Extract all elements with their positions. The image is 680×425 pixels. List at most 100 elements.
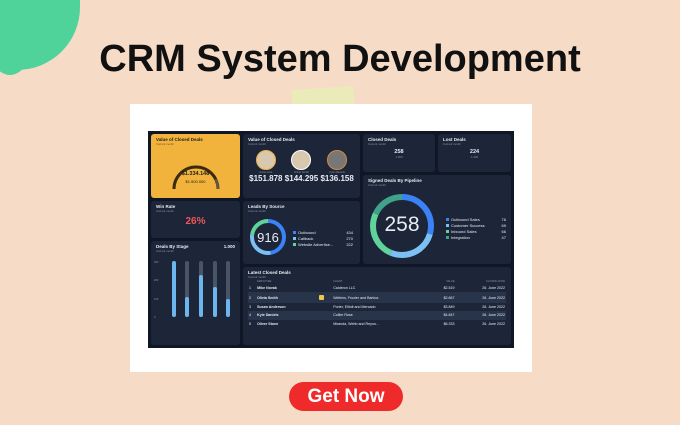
- deals-table: EMPLOYEE CLIENT VALUE CLOSING DATE 1 Mike Nov…: [248, 279, 506, 328]
- legend-value: 66: [501, 229, 506, 234]
- get-now-button[interactable]: Get Now: [289, 382, 403, 411]
- table-cell: Wellens, Frozier and Barboz: [332, 292, 430, 303]
- card-sub: Current month: [156, 249, 174, 253]
- legend-value: 76: [501, 217, 506, 222]
- table-row[interactable]: 4 Kyle Daniels Collier Rose $4.847 26. June …: [248, 311, 506, 320]
- legend-label: Callback: [298, 236, 314, 241]
- y-tick: 0: [154, 315, 156, 319]
- leads-card: Leads By Source Current month 916 Outboun…: [243, 201, 360, 264]
- win-rate-card: Win Rate Current month 26%: [151, 201, 240, 238]
- table-row[interactable]: 2 Olivia Smith Wellens, Frozier and Barboz…: [248, 292, 506, 303]
- trophy-icon: [318, 294, 324, 300]
- leads-total: 916: [257, 230, 279, 245]
- y-tick: 300: [154, 261, 159, 264]
- legend-value: 270: [346, 236, 353, 241]
- table-cell: [317, 311, 333, 320]
- table-cell: 5: [249, 321, 251, 326]
- legend-item: Inbound Sales 66: [446, 229, 506, 234]
- legend-item: Outbound 434: [293, 230, 353, 235]
- legend-value: 47: [501, 235, 506, 240]
- pipeline-card: Signed Deals By Pipeline Current month 25…: [363, 175, 511, 264]
- table-cell: $3.849: [443, 304, 455, 309]
- card-sub: Current month: [368, 142, 386, 146]
- reps-card: Value of Closed Deals Current month Anna…: [243, 134, 360, 198]
- table-cell: 3: [249, 304, 251, 309]
- lost-deals-card: Lost Deals Current month 224 1.000: [438, 134, 511, 172]
- card-sub: Current month: [248, 209, 266, 213]
- y-tick: 200: [154, 279, 159, 283]
- table-cell: Mike Novak: [257, 286, 277, 291]
- table-cell: 1: [249, 286, 251, 291]
- table-cell: 4: [248, 311, 257, 320]
- table-cell: $6.333: [443, 321, 455, 326]
- table-cell: 2: [248, 292, 257, 303]
- legend-value: 222: [346, 242, 353, 247]
- target: 1.000: [395, 155, 403, 159]
- legend-item: Website Advertise... 222: [293, 242, 353, 247]
- table-cell: 26. June 2022: [482, 286, 505, 291]
- closed-deals-card: Closed Deals Current month 258 1.000: [363, 134, 435, 172]
- legend-label: Outbound Sales: [451, 217, 480, 222]
- stage-bar-fill: [185, 297, 190, 317]
- card-sub: Current month: [156, 142, 174, 146]
- stage-bar-fill: [226, 299, 231, 317]
- table-cell: Kyle Daniels: [256, 311, 318, 320]
- table-cell: [318, 284, 332, 292]
- crm-dashboard: Value of Closed Deals Current month $1.3…: [148, 131, 514, 348]
- value: 26%: [185, 216, 206, 227]
- stage-total: 1.000: [223, 244, 235, 249]
- table-cell: $2.519: [443, 286, 455, 291]
- value-closed-card: Value of Closed Deals Current month $1.3…: [151, 134, 240, 198]
- avatar: [291, 150, 312, 170]
- rep-value: $144.295: [284, 174, 319, 183]
- stage-bar-fill: [198, 275, 203, 317]
- stage-bar: [171, 261, 176, 317]
- table-row[interactable]: 1 Mike Novak Calderon LLC $2.519 26. June 20…: [248, 284, 506, 292]
- legend-label: Outbound: [298, 230, 316, 235]
- legend-value: 434: [346, 230, 353, 235]
- table-cell: 26. June 2022: [455, 311, 506, 320]
- table-cell: Collier Rose: [332, 311, 430, 320]
- table-cell: [318, 320, 332, 328]
- legend-label: Customer Success: [451, 223, 485, 228]
- table-cell: Porter, Elliott and Mercado: [333, 304, 376, 309]
- target: 1.000: [471, 155, 478, 159]
- page-title: CRM System Development: [99, 38, 581, 80]
- latest-deals-card: Latest Closed Deals Current month EMPLOYE…: [243, 267, 511, 345]
- rep: Kyle Daniels $136.158: [320, 150, 354, 183]
- card-sub: Current month: [368, 183, 386, 187]
- table-cell: Miranda, Webb and Reyno...: [333, 321, 379, 326]
- stage-bar: [212, 261, 217, 317]
- y-tick: 100: [154, 297, 159, 301]
- table-cell: 26. June 2022: [482, 304, 505, 309]
- legend-label: Website Advertise...: [298, 242, 334, 247]
- table-cell: 26. June 2022: [455, 292, 506, 303]
- avatar: [327, 150, 348, 170]
- legend-item: Integration 47: [446, 235, 506, 240]
- card-sub: Current month: [156, 209, 174, 213]
- rep: Olivia Smith $144.295: [285, 150, 318, 183]
- table-cell: Susan Anderson: [257, 304, 286, 309]
- avatar: [255, 150, 276, 170]
- legend-label: Inbound Sales: [451, 229, 477, 234]
- stage-bar: [185, 261, 190, 317]
- card-sub: Current month: [248, 142, 266, 146]
- stage-card: Deals By Stage 1.000 Current month 0 100 2…: [151, 241, 240, 345]
- table-cell: Calderon LLC: [333, 286, 356, 291]
- stage-bar-fill: [212, 287, 217, 317]
- table-cell: [317, 292, 333, 303]
- table-cell: $4.847: [429, 311, 456, 320]
- legend-label: Integration: [451, 235, 470, 240]
- legend-item: Callback 270: [293, 236, 353, 241]
- pipeline-total: 258: [384, 213, 420, 236]
- table-row[interactable]: 5 Oliver Stone Miranda, Webb and Reyno... $…: [248, 320, 506, 328]
- table-cell: $2.667: [429, 292, 456, 303]
- legend-item: Outbound Sales 76: [446, 217, 506, 222]
- stage-bar: [226, 261, 231, 317]
- table-row[interactable]: 3 Susan Anderson Porter, Elliott and Merca…: [248, 303, 506, 311]
- target: $1.500.000: [185, 179, 206, 184]
- table-cell: 26. June 2022: [482, 321, 505, 326]
- stage-bar-fill: [171, 261, 176, 317]
- table-cell: [318, 303, 332, 311]
- card-sub: Current month: [443, 142, 461, 146]
